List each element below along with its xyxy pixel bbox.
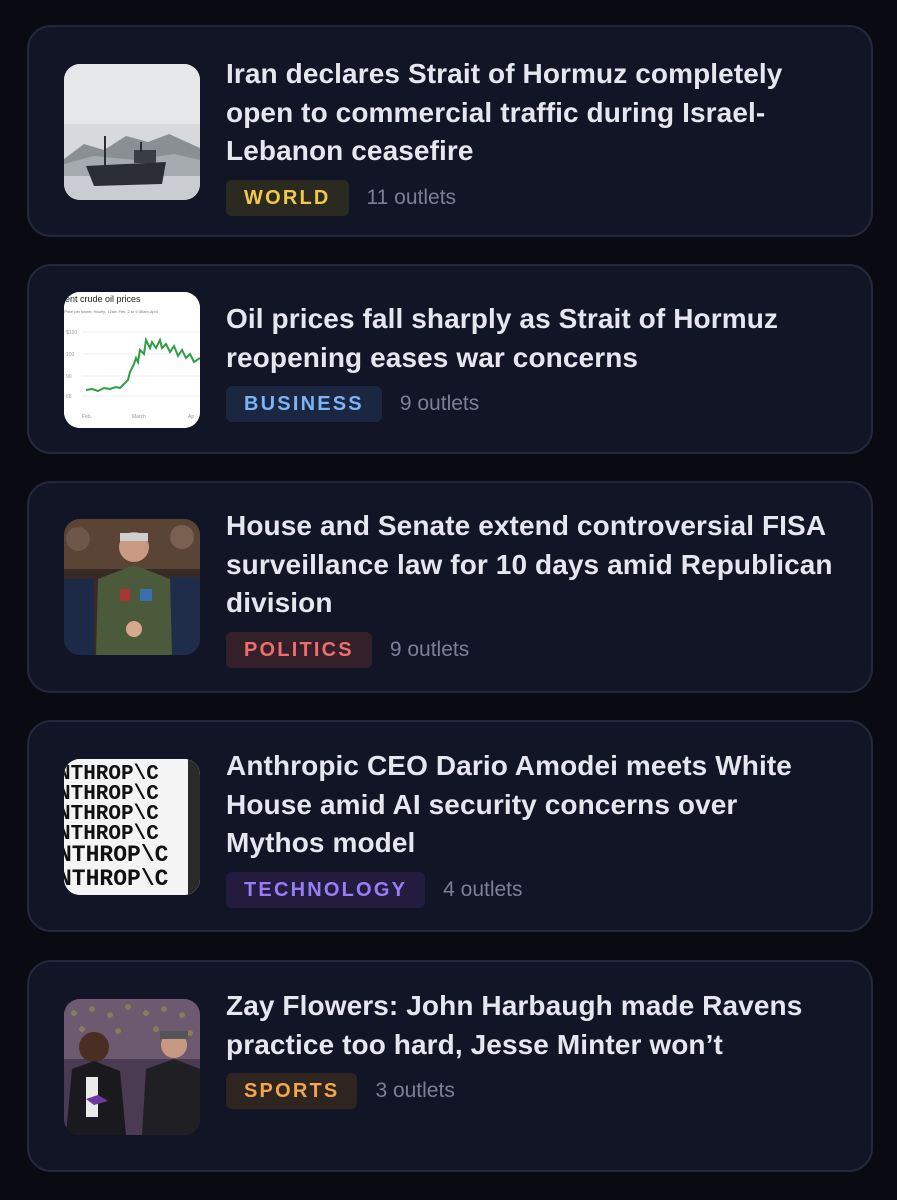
- story-meta: POLITICS 9 outlets: [226, 631, 841, 668]
- story-meta: TECHNOLOGY 4 outlets: [226, 871, 841, 908]
- outlet-count: 9 outlets: [399, 392, 480, 415]
- category-badge: WORLD: [226, 179, 349, 216]
- outlet-count: 11 outlets: [366, 185, 457, 209]
- story-meta: WORLD 11 outlets: [226, 179, 841, 216]
- anthropic-logo-pattern: NTHROP\C NTHROP\C NTHROP\C NTHROP\C NTHR…: [64, 759, 200, 895]
- story-thumbnail: [64, 64, 200, 200]
- story-card[interactable]: House and Senate extend controversial FI…: [27, 481, 873, 693]
- category-badge: SPORTS: [226, 1073, 358, 1109]
- story-headline[interactable]: Oil prices fall sharply as Strait of Hor…: [226, 300, 841, 377]
- svg-text:NTHROP\C: NTHROP\C: [64, 866, 169, 892]
- story-thumbnail: [64, 999, 200, 1135]
- story-headline[interactable]: Iran declares Strait of Hormuz completel…: [226, 55, 841, 171]
- story-headline[interactable]: Anthropic CEO Dario Amodei meets White H…: [226, 747, 841, 863]
- svg-text:rent crude oil prices: rent crude oil prices: [64, 294, 141, 304]
- category-badge: POLITICS: [226, 631, 372, 668]
- cargo-ship-photo: [64, 64, 200, 200]
- story-thumbnail: [64, 519, 200, 655]
- outlet-count: 3 outlets: [375, 1079, 455, 1102]
- story-headline[interactable]: Zay Flowers: John Harbaugh made Ravens p…: [226, 987, 841, 1064]
- story-headline[interactable]: House and Senate extend controversial FI…: [226, 507, 841, 623]
- svg-text:100: 100: [66, 352, 75, 358]
- svg-text:68: 68: [66, 394, 72, 400]
- svg-text:Price per barrel; Hourly; 12am: Price per barrel; Hourly; 12am Feb. 2 to…: [64, 309, 158, 314]
- story-card[interactable]: Zay Flowers: John Harbaugh made Ravens p…: [27, 960, 873, 1172]
- svg-text:March: March: [132, 414, 146, 420]
- story-card[interactable]: rent crude oil prices Price per barrel; …: [27, 264, 873, 454]
- news-feed: Iran declares Strait of Hormuz completel…: [0, 0, 897, 1200]
- svg-text:Ap: Ap: [188, 414, 194, 420]
- oil-price-chart-image: rent crude oil prices Price per barrel; …: [64, 292, 200, 428]
- svg-text:NTHROP\C: NTHROP\C: [64, 842, 169, 868]
- category-badge: TECHNOLOGY: [226, 871, 426, 908]
- svg-text:90: 90: [66, 374, 72, 380]
- story-meta: BUSINESS 9 outlets: [226, 386, 841, 422]
- svg-text:$120: $120: [66, 330, 77, 336]
- story-thumbnail: NTHROP\C NTHROP\C NTHROP\C NTHROP\C NTHR…: [64, 759, 200, 895]
- story-card[interactable]: Iran declares Strait of Hormuz completel…: [27, 25, 873, 237]
- category-badge: BUSINESS: [226, 386, 382, 422]
- military-officer-photo: [64, 519, 200, 655]
- football-players-photo: [64, 999, 200, 1135]
- outlet-count: 4 outlets: [443, 877, 523, 901]
- story-card[interactable]: NTHROP\C NTHROP\C NTHROP\C NTHROP\C NTHR…: [27, 720, 873, 932]
- svg-text:Feb.: Feb.: [82, 414, 92, 420]
- story-meta: SPORTS 3 outlets: [226, 1073, 841, 1109]
- outlet-count: 9 outlets: [389, 637, 470, 661]
- story-thumbnail: rent crude oil prices Price per barrel; …: [64, 292, 200, 428]
